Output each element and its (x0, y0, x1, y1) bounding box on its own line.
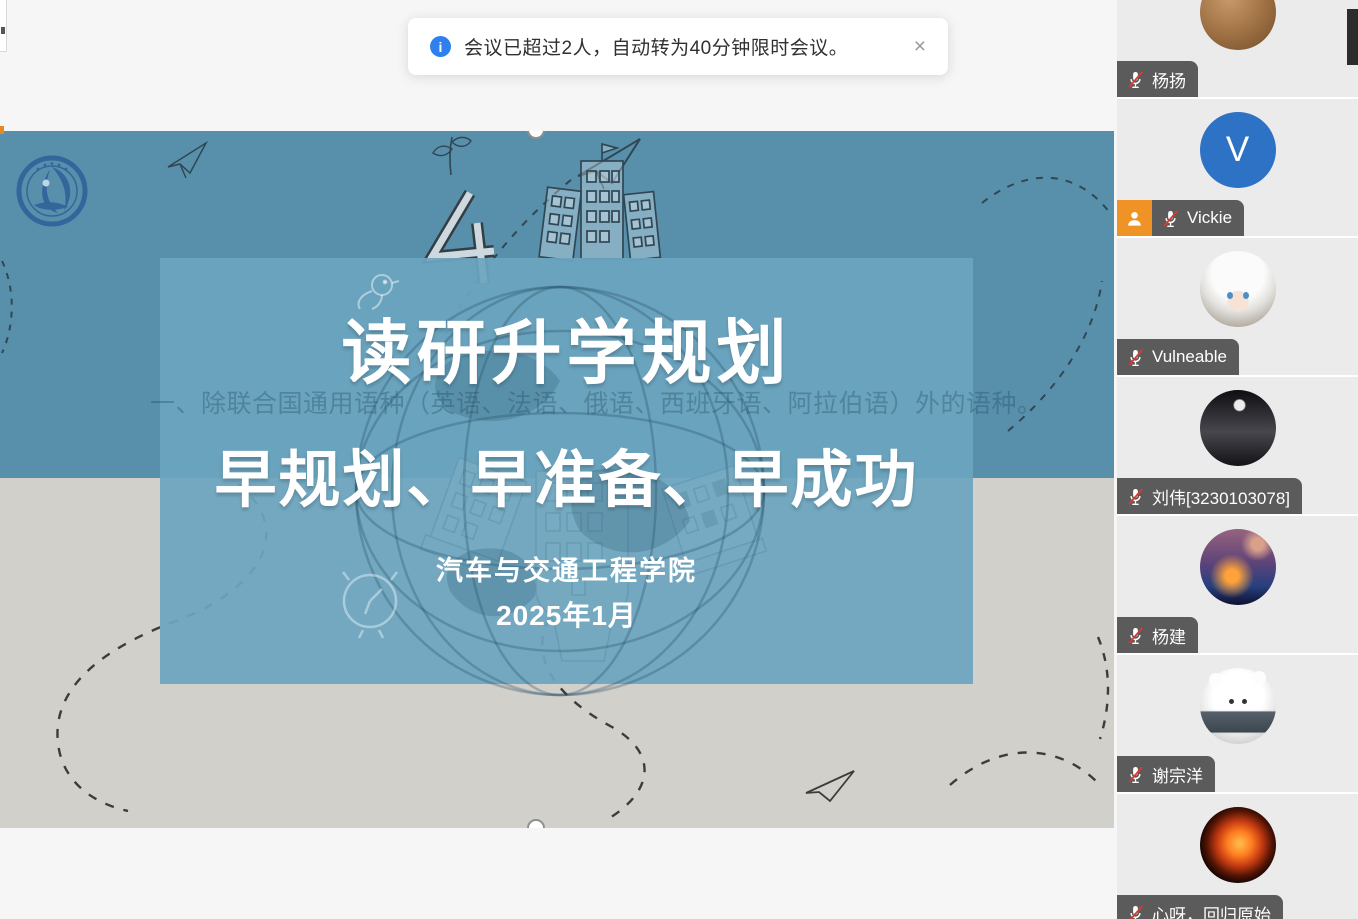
participant-tile[interactable]: 心呀，回归原始 (1117, 794, 1358, 919)
mic-muted-icon (1126, 904, 1145, 919)
slide-subtitle: 早规划、早准备、早成功 (160, 429, 973, 519)
mic-muted-icon (1126, 487, 1145, 506)
meeting-window: 一、除联合国通用语种（英语、法语、俄语、西班牙语、阿拉伯语）外的语种。 读研升学… (0, 0, 1358, 919)
participant-tile[interactable]: 杨扬 (1117, 0, 1358, 97)
screen-share-view: 一、除联合国通用语种（英语、法语、俄语、西班牙语、阿拉伯语）外的语种。 读研升学… (0, 131, 1114, 828)
participant-name: 心呀，回归原始 (1152, 901, 1271, 919)
college-logo (14, 153, 90, 229)
participant-name-tag: 心呀，回归原始 (1117, 895, 1283, 919)
participant-name: 杨建 (1152, 623, 1186, 648)
mic-muted-icon (1126, 765, 1145, 784)
participant-name: 谢宗洋 (1152, 762, 1203, 787)
participant-avatar (1200, 529, 1276, 605)
participant-tile[interactable]: V Vickie (1117, 99, 1358, 236)
participant-avatar (1200, 807, 1276, 883)
participant-name: Vulneable (1152, 347, 1227, 367)
mic-muted-icon (1126, 70, 1145, 89)
participant-tile[interactable]: Vulneable (1117, 238, 1358, 375)
meeting-notification-toast: i 会议已超过2人，自动转为40分钟限时会议。 × (408, 18, 948, 75)
participant-name-tag: Vickie (1152, 200, 1244, 236)
participant-name-tag: 谢宗洋 (1117, 756, 1215, 792)
participant-avatar (1200, 0, 1276, 50)
participant-avatar (1200, 390, 1276, 466)
member-badge-icon (1117, 200, 1152, 236)
participant-tile[interactable]: 杨建 (1117, 516, 1358, 653)
participant-scrollbar[interactable] (1347, 9, 1358, 65)
participant-name-tag: 杨建 (1117, 617, 1198, 653)
participant-avatar: V (1200, 112, 1276, 188)
edge-marker-artifact (0, 126, 4, 134)
info-icon: i (430, 36, 451, 57)
participant-list: 杨扬 V Vickie (1117, 0, 1358, 919)
participant-avatar (1200, 251, 1276, 327)
participant-name: 杨扬 (1152, 67, 1186, 92)
slide-department: 汽车与交通工程学院 (160, 549, 973, 588)
close-icon[interactable]: × (910, 34, 930, 59)
participant-tile[interactable]: 刘伟[3230103078] (1117, 377, 1358, 514)
mic-muted-icon (1126, 348, 1145, 367)
slide-date: 2025年1月 (160, 594, 973, 634)
slide-title: 读研升学规划 (160, 297, 973, 398)
mic-muted-icon (1126, 626, 1145, 645)
window-edge-artifact (0, 0, 7, 52)
mic-muted-icon (1161, 209, 1180, 228)
participant-name: 刘伟[3230103078] (1152, 484, 1290, 509)
participant-name-tag: Vulneable (1117, 339, 1239, 375)
participant-name-tag: 杨扬 (1117, 61, 1198, 97)
participant-avatar (1200, 668, 1276, 744)
participant-name: Vickie (1187, 208, 1232, 228)
participant-name-tag: 刘伟[3230103078] (1117, 478, 1302, 514)
toast-message: 会议已超过2人，自动转为40分钟限时会议。 (464, 33, 910, 60)
participant-tile[interactable]: 谢宗洋 (1117, 655, 1358, 792)
